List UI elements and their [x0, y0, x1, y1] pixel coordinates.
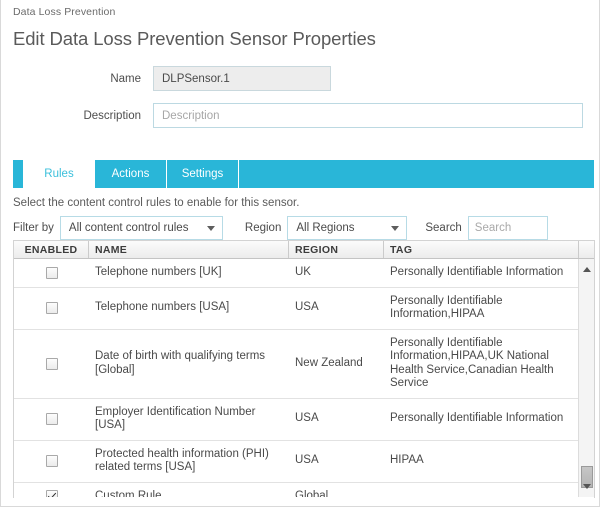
- row-region-cell: UK: [295, 266, 311, 278]
- tab-rules[interactable]: Rules: [23, 160, 95, 188]
- tab-bar: Rules Actions Settings: [13, 160, 594, 188]
- tab-actions[interactable]: Actions: [95, 160, 167, 188]
- row-enabled-cell: [14, 441, 89, 482]
- row-tag-cell: [384, 483, 579, 498]
- filter-by-value: All content control rules: [68, 222, 189, 234]
- row-enabled-cell: [14, 288, 89, 329]
- table-row[interactable]: Employer Identification Number [USA] USA…: [14, 398, 594, 441]
- enable-rule-checkbox[interactable]: [45, 455, 58, 467]
- name-form-row: Name: [1, 66, 341, 91]
- enable-rule-checkbox[interactable]: [45, 302, 58, 314]
- enable-rule-checkbox[interactable]: [45, 266, 58, 279]
- row-region-cell: Global: [295, 489, 329, 498]
- tab-settings-label: Settings: [181, 168, 224, 180]
- column-header-name: NAME: [89, 241, 289, 258]
- row-tag-cell: HIPAA: [390, 454, 424, 467]
- search-input[interactable]: [467, 216, 548, 240]
- row-name-cell: Custom Rule: [95, 489, 162, 498]
- row-region-cell: New Zealand: [295, 356, 363, 369]
- column-header-enabled: ENABLED: [14, 241, 89, 258]
- tab-bar-left-spacer: [13, 160, 23, 188]
- row-name-cell: Telephone numbers [UK]: [95, 266, 222, 278]
- enable-rule-checkbox[interactable]: [45, 413, 58, 425]
- filter-by-label: Filter by: [13, 222, 54, 234]
- row-name-cell: Employer Identification Number [USA]: [95, 405, 256, 432]
- scroll-up-arrow-icon[interactable]: [579, 262, 594, 276]
- tab-actions-label: Actions: [111, 168, 150, 180]
- row-name-cell: Protected health information (PHI) relat…: [95, 447, 269, 474]
- tab-rules-label: Rules: [44, 168, 74, 180]
- chevron-down-icon: [391, 226, 400, 231]
- row-tag-cell: Personally Identifiable Information: [390, 266, 564, 278]
- scroll-down-arrow-icon[interactable]: [579, 479, 594, 493]
- row-enabled-cell: [14, 483, 89, 497]
- row-enabled-cell: [14, 330, 89, 398]
- table-row[interactable]: Date of birth with qualifying terms [Glo…: [14, 329, 594, 399]
- row-region-cell: USA: [295, 454, 319, 467]
- region-value: All Regions: [296, 222, 355, 234]
- row-tag-cell: Personally Identifiable Information: [390, 412, 564, 425]
- row-region-cell: USA: [295, 301, 319, 314]
- page-title: Edit Data Loss Prevention Sensor Propert…: [13, 28, 376, 49]
- tab-settings[interactable]: Settings: [167, 160, 239, 188]
- description-input[interactable]: [153, 103, 583, 128]
- enable-rule-checkbox[interactable]: [45, 357, 58, 370]
- filter-by-select[interactable]: All content control rules: [59, 216, 223, 240]
- name-input[interactable]: [153, 66, 331, 91]
- table-header-row: ENABLED NAME REGION TAG: [14, 241, 594, 259]
- description-label: Description: [83, 109, 141, 122]
- name-label: Name: [110, 72, 141, 85]
- row-enabled-cell: [14, 399, 89, 440]
- column-header-spacer: [579, 241, 594, 258]
- table-vertical-scrollbar[interactable]: [578, 259, 594, 497]
- row-enabled-cell: [14, 259, 89, 287]
- rules-table: ENABLED NAME REGION TAG Telephone number…: [13, 240, 595, 498]
- triangle-up-icon: [582, 266, 591, 272]
- row-name-cell: Telephone numbers [USA]: [95, 301, 230, 314]
- table-row[interactable]: Protected health information (PHI) relat…: [14, 440, 594, 483]
- filter-bar: Filter by All content control rules Regi…: [13, 216, 594, 240]
- triangle-down-icon: [582, 483, 591, 489]
- table-row[interactable]: Telephone numbers [USA] USA Personally I…: [14, 287, 594, 330]
- dlp-sensor-properties-page: Data Loss Prevention Edit Data Loss Prev…: [0, 0, 600, 507]
- table-row[interactable]: Custom Rule Global: [14, 482, 594, 498]
- row-region-cell: USA: [295, 412, 319, 425]
- row-name-cell: Date of birth with qualifying terms [Glo…: [95, 350, 266, 376]
- description-form-row: Description: [1, 103, 596, 128]
- column-header-tag: TAG: [384, 241, 579, 258]
- table-row[interactable]: Telephone numbers [UK] UK Personally Ide…: [14, 259, 594, 288]
- row-tag-cell: Personally Identifiable Information,HIPA…: [390, 294, 503, 321]
- table-body: Telephone numbers [UK] UK Personally Ide…: [14, 259, 594, 497]
- enable-rule-checkbox[interactable]: [45, 490, 58, 497]
- breadcrumb[interactable]: Data Loss Prevention: [13, 6, 115, 18]
- helper-text: Select the content control rules to enab…: [13, 197, 300, 209]
- column-header-region: REGION: [289, 241, 384, 258]
- region-label: Region: [244, 222, 282, 234]
- search-label: Search: [425, 222, 462, 234]
- row-tag-cell: Personally Identifiable Information,HIPA…: [390, 336, 554, 390]
- chevron-down-icon: [206, 226, 215, 231]
- region-select[interactable]: All Regions: [287, 216, 408, 240]
